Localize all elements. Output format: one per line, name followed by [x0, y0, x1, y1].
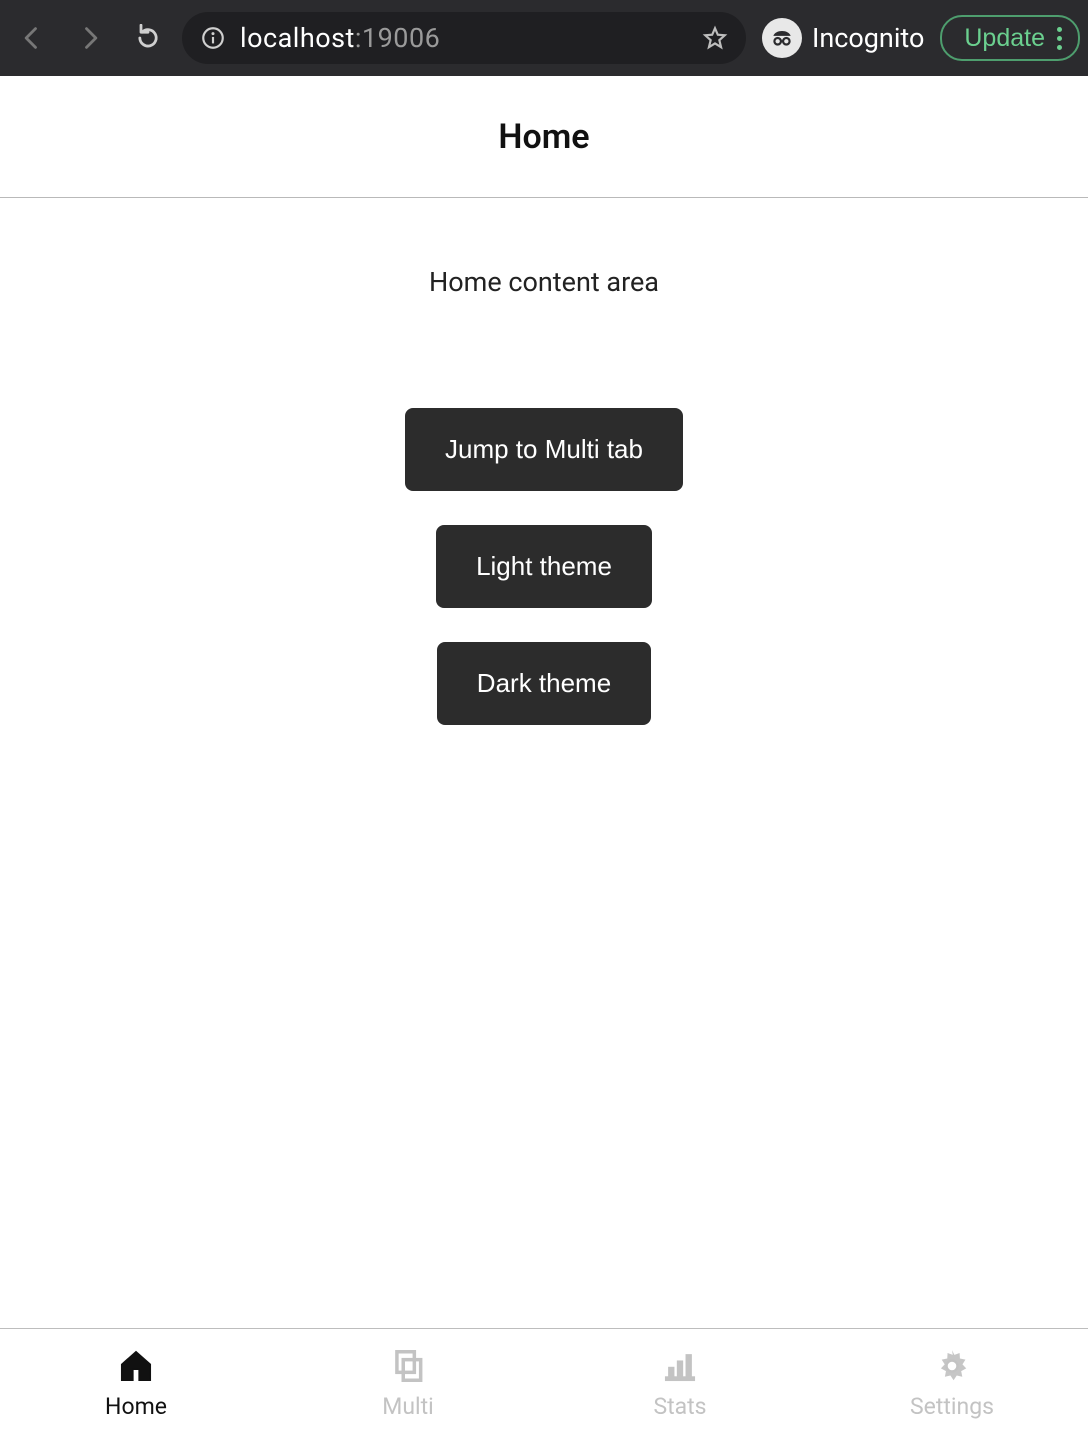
copy-icon — [389, 1347, 427, 1385]
arrow-right-icon — [76, 24, 104, 52]
tab-label: Multi — [382, 1393, 433, 1420]
home-icon — [117, 1347, 155, 1385]
url-text: localhost:19006 — [240, 22, 440, 54]
dark-theme-button[interactable]: Dark theme — [437, 642, 651, 725]
url-port: :19006 — [355, 22, 440, 54]
tab-settings[interactable]: Settings — [816, 1329, 1088, 1438]
tab-label: Stats — [653, 1393, 706, 1420]
tab-label: Home — [105, 1393, 167, 1420]
tab-home[interactable]: Home — [0, 1329, 272, 1438]
bar-chart-icon — [661, 1347, 699, 1385]
star-icon[interactable] — [702, 25, 728, 51]
page-title: Home — [0, 76, 1088, 198]
tab-label: Settings — [910, 1393, 994, 1420]
info-icon — [200, 25, 226, 51]
reload-button[interactable] — [124, 14, 172, 62]
light-theme-button[interactable]: Light theme — [436, 525, 652, 608]
address-bar[interactable]: localhost:19006 — [182, 12, 746, 64]
content-area: Home content area Jump to Multi tab Ligh… — [0, 198, 1088, 1328]
incognito-icon — [762, 18, 802, 58]
content-text: Home content area — [429, 266, 659, 298]
forward-button[interactable] — [66, 14, 114, 62]
reload-icon — [134, 24, 162, 52]
jump-to-multi-button[interactable]: Jump to Multi tab — [405, 408, 683, 491]
incognito-indicator: Incognito — [756, 18, 930, 58]
update-button[interactable]: Update — [940, 15, 1080, 61]
tab-stats[interactable]: Stats — [544, 1329, 816, 1438]
arrow-left-icon — [18, 24, 46, 52]
app-root: Home Home content area Jump to Multi tab… — [0, 76, 1088, 1438]
bottom-nav: Home Multi Stats Settings — [0, 1328, 1088, 1438]
tab-multi[interactable]: Multi — [272, 1329, 544, 1438]
back-button[interactable] — [8, 14, 56, 62]
more-dots-icon — [1057, 27, 1062, 50]
url-host: localhost — [240, 22, 355, 54]
gear-icon — [933, 1347, 971, 1385]
update-label: Update — [964, 24, 1045, 53]
incognito-label: Incognito — [812, 22, 924, 54]
browser-chrome: localhost:19006 Incognito Update — [0, 0, 1088, 76]
